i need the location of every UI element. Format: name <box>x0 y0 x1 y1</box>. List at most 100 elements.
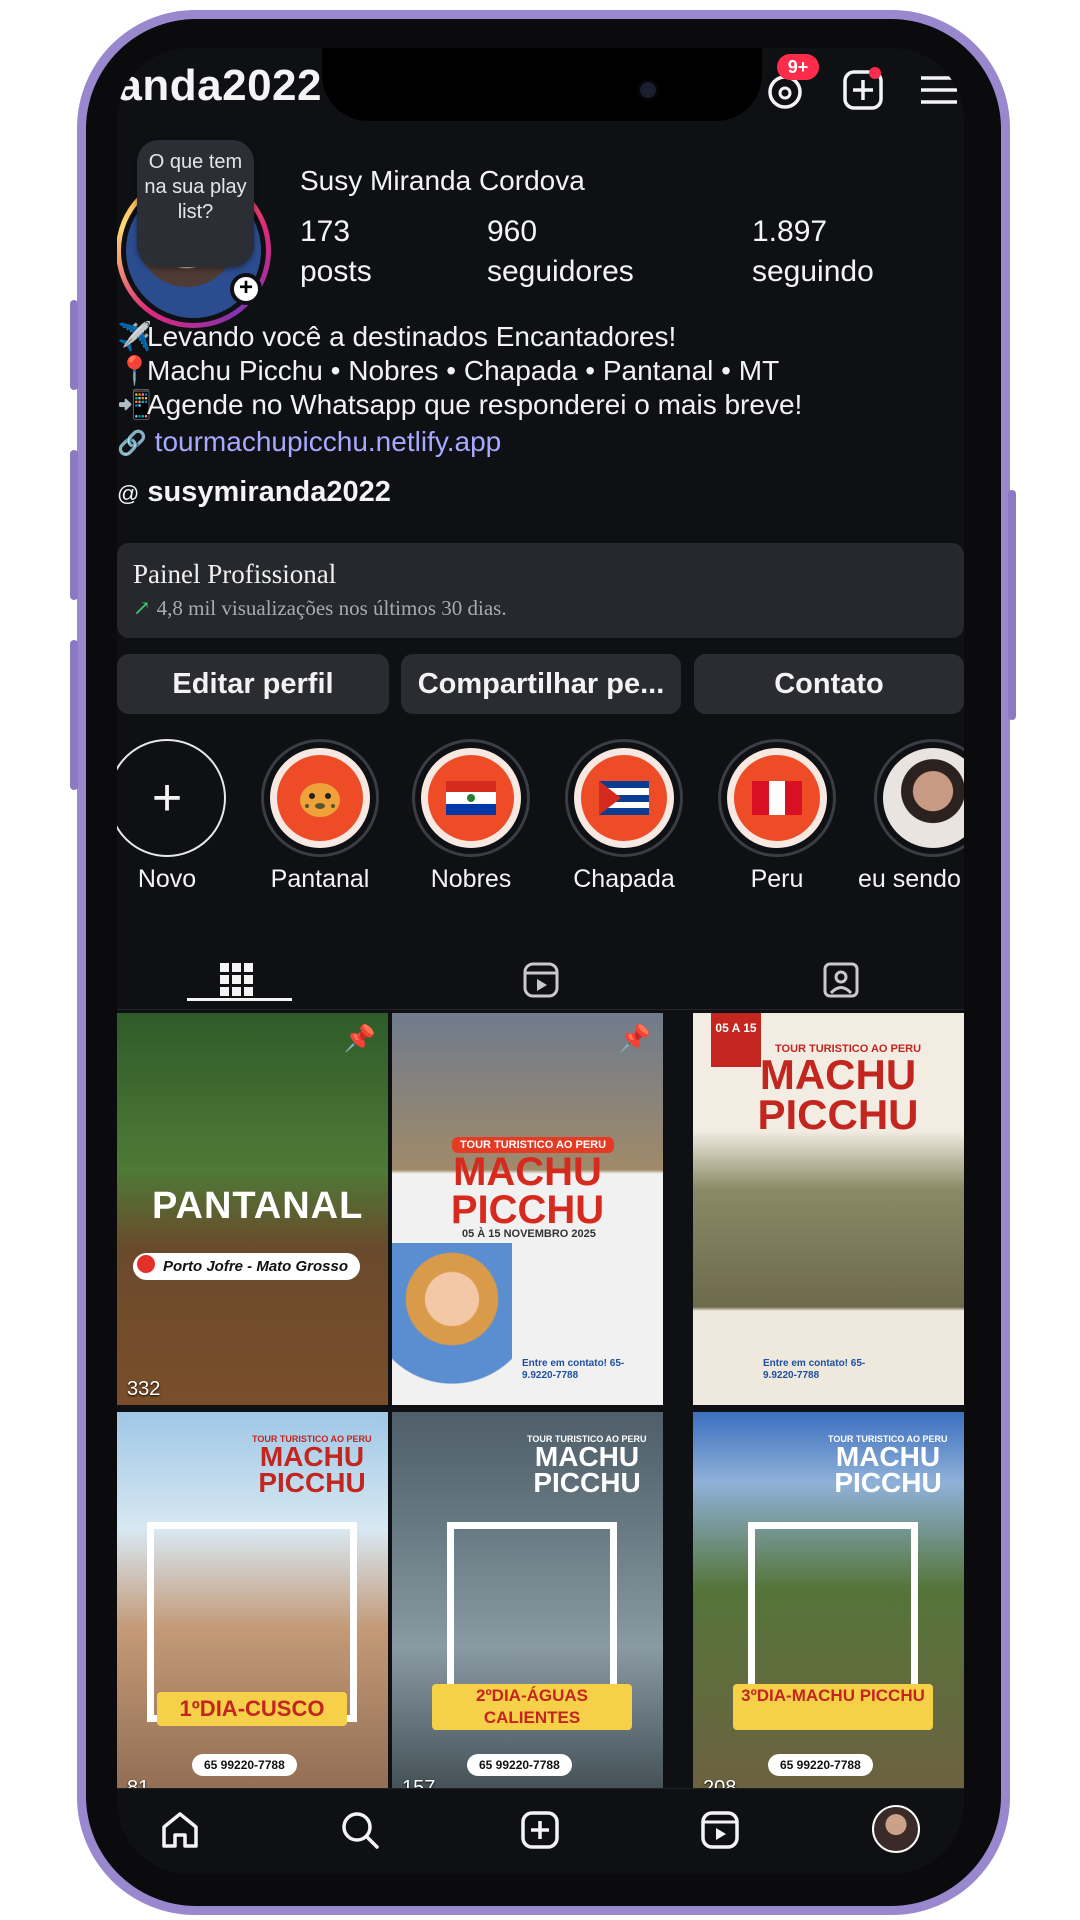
post-tile[interactable]: TOUR TURISTICO AO PERU MACHU PICCHU 2ºDI… <box>392 1412 663 1804</box>
contact-button[interactable]: Contato <box>694 654 964 714</box>
flag-icon <box>727 748 827 848</box>
post-title: MACHU PICCHU <box>533 1441 641 1498</box>
bio-line: 📍Machu Picchu • Nobres • Chapada • Panta… <box>117 354 957 388</box>
bio-text: Machu Picchu • Nobres • Chapada • Pantan… <box>147 355 780 386</box>
profile-note[interactable]: O que tem na sua play list? <box>137 140 254 267</box>
bio-line: ✈️Levando você a destinados Encantadores… <box>117 320 957 354</box>
highlight-new[interactable]: + Novo <box>117 739 227 894</box>
side-button <box>70 300 78 390</box>
trend-up-icon: ↗ <box>133 596 151 620</box>
cartoon-explorer <box>392 1243 512 1403</box>
home-icon[interactable] <box>157 1807 203 1853</box>
highlight-label: Pantanal <box>270 865 370 893</box>
notification-badge: 9+ <box>777 54 819 80</box>
post-title: MACHU PICCHU <box>834 1441 942 1498</box>
side-button <box>70 450 78 600</box>
post-views: 332 <box>127 1378 161 1400</box>
bio-line: 📲Agende no Whatsapp que responderei o ma… <box>117 388 957 422</box>
highlight-eu-sendo[interactable]: eu sendo <box>858 739 964 894</box>
post-title: PANTANAL <box>152 1185 364 1227</box>
post-tile[interactable]: TOUR TURISTICO AO PERU MACHU PICCHU 1ºDI… <box>117 1412 388 1804</box>
jaguar-icon <box>270 748 370 848</box>
posts-count[interactable]: 173 posts <box>300 212 372 292</box>
professional-dashboard[interactable]: Painel Profissional ↗ 4,8 mil visualizaçõ… <box>117 543 964 638</box>
location-pin-icon <box>137 1255 155 1273</box>
phone-arrow-icon: 📲 <box>117 389 152 420</box>
new-post-icon[interactable] <box>517 1807 563 1853</box>
new-dot <box>869 67 881 79</box>
share-profile-button[interactable]: Compartilhar pe... <box>401 654 681 714</box>
profile-username[interactable]: susymiranda2022 <box>117 61 322 111</box>
reels-icon[interactable] <box>521 960 561 1000</box>
post-day: 1ºDIA-CUSCO <box>157 1692 347 1726</box>
notch <box>322 48 762 121</box>
profile-avatar-nav[interactable] <box>872 1805 920 1853</box>
dashboard-views: 4,8 mil visualizações nos últimos 30 dia… <box>156 596 507 620</box>
post-title: MACHU PICCHU <box>258 1441 366 1498</box>
bottom-navigation <box>117 1788 964 1874</box>
link-text: tourmachupicchu.netlify.app <box>154 426 502 457</box>
stat-label: posts <box>300 255 372 288</box>
threads-handle: susymiranda2022 <box>147 476 391 508</box>
post-day: 2ºDIA-ÁGUAS CALIENTES <box>432 1684 632 1730</box>
post-phone: 65 99220-7788 <box>768 1754 873 1776</box>
highlight-label: Chapada <box>573 865 675 893</box>
post-phone: 65 99220-7788 <box>467 1754 572 1776</box>
side-button <box>1008 490 1016 720</box>
highlight-label: Peru <box>750 865 804 893</box>
threads-small-icon: @ <box>117 481 140 506</box>
person-photo <box>883 748 964 848</box>
post-tile[interactable]: TOUR TURISTICO AO PERU MACHU PICCHU 3ºDI… <box>693 1412 964 1804</box>
dashboard-title: Painel Profissional <box>133 559 337 589</box>
camera <box>640 82 656 98</box>
pin-icon: 📍 <box>117 355 152 386</box>
post-tile[interactable]: 05 A 15 TOUR TURISTICO AO PERU MACHU PIC… <box>693 1013 964 1405</box>
full-name: Susy Miranda Cordova <box>300 165 585 196</box>
post-date: 05 À 15 NOVEMBRO 2025 <box>462 1228 596 1240</box>
tagged-icon[interactable] <box>821 960 861 1000</box>
highlight-pantanal[interactable]: Pantanal <box>260 739 380 894</box>
side-button <box>70 640 78 790</box>
pin-icon: 📌 <box>343 1023 376 1053</box>
followers-count[interactable]: 960 seguidores <box>487 212 634 292</box>
stat-number: 173 <box>300 215 351 248</box>
link-icon: 🔗 <box>117 430 147 457</box>
highlight-label: Novo <box>137 865 197 893</box>
stat-label: seguindo <box>752 255 874 288</box>
post-title: MACHU PICCHU <box>757 1051 919 1138</box>
highlight-peru[interactable]: Peru <box>717 739 837 894</box>
airplane-icon: ✈️ <box>117 321 152 352</box>
menu-icon[interactable] <box>915 66 963 114</box>
flag-icon <box>574 748 674 848</box>
post-contact: Entre em contato! 65-9.9220-7788 <box>522 1358 625 1381</box>
threads-link[interactable]: @ susymiranda2022 <box>117 476 391 509</box>
stat-label: seguidores <box>487 255 634 288</box>
following-count[interactable]: 1.897 seguindo <box>752 212 874 292</box>
post-title: MACHU PICCHU <box>450 1150 605 1232</box>
post-tile[interactable]: 📌 TOUR TURISTICO AO PERU MACHU PICCHU 05… <box>392 1013 663 1405</box>
post-tile[interactable]: 📌 PANTANAL Porto Jofre - Mato Grosso 332 <box>117 1013 388 1405</box>
reels-nav-icon[interactable] <box>697 1807 743 1853</box>
stat-number: 1.897 <box>752 215 828 248</box>
profile-link[interactable]: 🔗 tourmachupicchu.netlify.app <box>117 426 501 458</box>
post-contact: Entre em contato! 65-9.9220-7788 <box>763 1358 866 1381</box>
post-phone: 65 99220-7788 <box>192 1754 297 1776</box>
pin-icon: 📌 <box>618 1023 651 1053</box>
post-day: 3ºDIA-MACHU PICCHU <box>733 1684 933 1730</box>
edit-profile-button[interactable]: Editar perfil <box>117 654 389 714</box>
bio-text: Agende no Whatsapp que responderei o mai… <box>147 389 803 420</box>
bio-text: Levando você a destinados Encantadores! <box>147 321 677 352</box>
stat-number: 960 <box>487 215 538 248</box>
highlight-label: Nobres <box>430 865 512 893</box>
search-icon[interactable] <box>337 1807 383 1853</box>
profile-bio: ✈️Levando você a destinados Encantadores… <box>117 320 957 422</box>
highlight-label: eu sendo <box>858 865 961 893</box>
active-tab-indicator <box>187 998 292 1001</box>
highlight-nobres[interactable]: Nobres <box>411 739 531 894</box>
grid-icon[interactable] <box>217 960 257 1000</box>
plus-icon: + <box>117 739 226 857</box>
add-story-icon[interactable]: + <box>230 273 262 305</box>
post-location: Porto Jofre - Mato Grosso <box>133 1253 361 1280</box>
screen: susymiranda2022 9+ O que tem na sua play… <box>117 48 964 1874</box>
highlight-chapada[interactable]: Chapada <box>564 739 684 894</box>
